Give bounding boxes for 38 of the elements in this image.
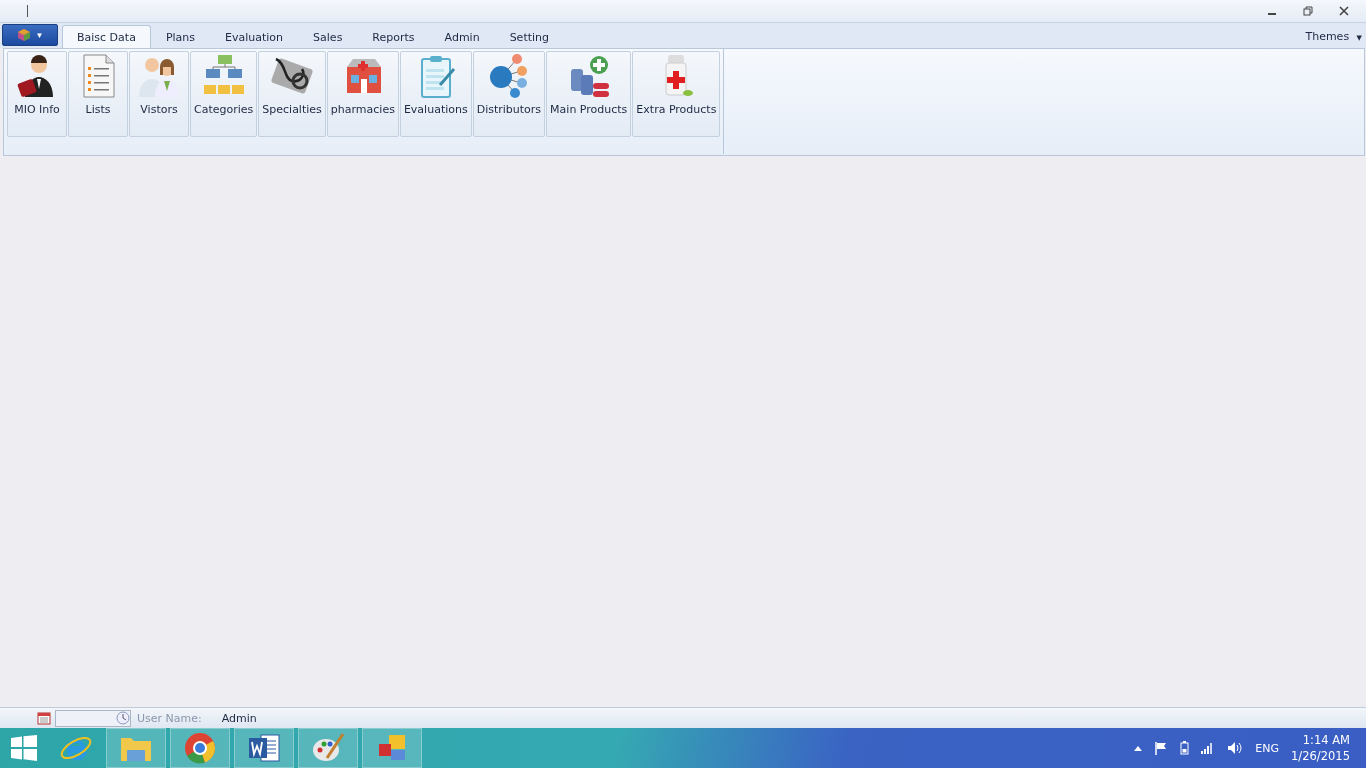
ribbon-tab[interactable]: Plans <box>150 25 211 48</box>
clock[interactable]: 1:14 AM 1/26/2015 <box>1291 732 1350 764</box>
taskbar-app-button[interactable] <box>362 728 422 768</box>
ribbon-button[interactable]: Categories <box>190 51 258 137</box>
close-icon[interactable] <box>1339 6 1349 16</box>
ribbon-tab[interactable]: Evaluation <box>210 25 299 48</box>
ribbon-button[interactable]: Lists <box>68 51 128 137</box>
date-field[interactable] <box>55 709 131 727</box>
volume-icon[interactable] <box>1227 741 1244 755</box>
ribbon-tab[interactable]: Setting <box>494 25 564 48</box>
ribbon-button[interactable]: Evaluations <box>399 51 472 137</box>
ribbon-button[interactable]: Extra Products <box>632 51 721 137</box>
ribbon-tab[interactable]: Reports <box>357 25 430 48</box>
ribbon-button[interactable]: Main Products <box>546 51 632 137</box>
ribbon-button[interactable]: Vistors <box>129 51 189 137</box>
ribbon-tab[interactable]: Baisc Data <box>62 25 151 48</box>
flag-icon[interactable] <box>1154 741 1169 755</box>
language-indicator[interactable]: ENG <box>1255 741 1280 755</box>
word-icon <box>247 732 281 764</box>
ribbon-button[interactable]: pharmacies <box>326 51 399 137</box>
calendar-icon[interactable] <box>37 711 51 725</box>
user-name-label: User Name: <box>137 711 202 725</box>
ribbon-button[interactable]: MIO Info <box>7 51 67 137</box>
ribbon-tab[interactable]: Admin <box>429 25 495 48</box>
app-menu-button[interactable]: ▼ <box>2 24 58 46</box>
ribbon-tab[interactable]: Sales <box>298 25 358 48</box>
windows-start-icon[interactable] <box>11 735 37 761</box>
taskbar-app-button[interactable] <box>234 728 294 768</box>
paint-icon <box>311 732 345 764</box>
cube-logo <box>16 28 31 42</box>
ribbon-button[interactable]: Distributors <box>472 51 546 137</box>
chrome-icon <box>183 732 217 764</box>
user-name: Admin <box>221 711 257 725</box>
taskbar-app-button[interactable] <box>170 728 230 768</box>
show-hidden-icons-icon[interactable] <box>1134 745 1143 751</box>
battery-icon[interactable] <box>1180 741 1190 755</box>
restore-icon[interactable] <box>1303 6 1313 16</box>
ribbon-button[interactable]: Specialties <box>258 51 326 137</box>
